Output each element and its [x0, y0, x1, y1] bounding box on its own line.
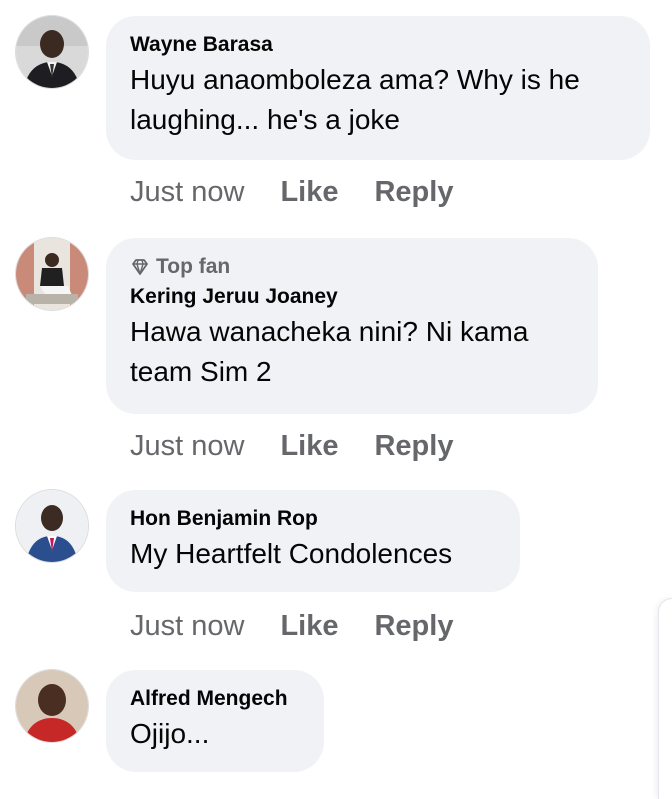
comment-text: My Heartfelt Condolences	[130, 534, 496, 574]
comment-text-line: Hawa wanacheka nini? Ni kama	[130, 316, 529, 347]
edge-panel	[658, 598, 672, 799]
comment-bubble: Top fan Kering Jeruu Joaney Hawa wanache…	[106, 238, 598, 414]
top-fan-badge: Top fan	[130, 254, 574, 280]
comment-text-line: laughing... he's a joke	[130, 104, 400, 135]
avatar[interactable]	[16, 490, 88, 562]
comment-actions: Just now Like Reply	[130, 172, 489, 212]
comment-author[interactable]: Hon Benjamin Rop	[130, 506, 496, 532]
reply-button[interactable]: Reply	[374, 610, 453, 643]
comment-text-line: My Heartfelt Condolences	[130, 538, 453, 569]
comment-actions: Just now Like Reply	[130, 606, 489, 646]
comment-bubble: Wayne Barasa Huyu anaomboleza ama? Why i…	[106, 16, 650, 160]
like-button[interactable]: Like	[280, 610, 338, 643]
avatar[interactable]	[16, 16, 88, 88]
avatar[interactable]	[16, 670, 88, 742]
comment-actions: Just now Like Reply	[130, 426, 489, 466]
avatar[interactable]	[16, 238, 88, 310]
badge-label: Top fan	[156, 255, 231, 278]
like-button[interactable]: Like	[280, 176, 338, 209]
comment-author[interactable]: Kering Jeruu Joaney	[130, 284, 574, 310]
comment-timestamp: Just now	[130, 609, 245, 642]
comment-text-line: team Sim 2	[130, 356, 272, 387]
comment-text: Ojijo...	[130, 714, 300, 754]
comment-text-line: Huyu anaomboleza ama? Why is he	[130, 64, 580, 95]
comment-text: Hawa wanacheka nini? Ni kama team Sim 2	[130, 312, 574, 392]
comment-author[interactable]: Wayne Barasa	[130, 32, 626, 58]
comment-text-line: Ojijo...	[130, 718, 210, 749]
like-button[interactable]: Like	[280, 430, 338, 463]
reply-button[interactable]: Reply	[374, 176, 453, 209]
diamond-icon	[132, 259, 148, 275]
reply-button[interactable]: Reply	[374, 430, 453, 463]
comment-timestamp: Just now	[130, 429, 245, 462]
comment-bubble: Alfred Mengech Ojijo...	[106, 670, 324, 772]
comment-text: Huyu anaomboleza ama? Why is he laughing…	[130, 60, 626, 140]
comment-bubble: Hon Benjamin Rop My Heartfelt Condolence…	[106, 490, 520, 592]
comment-timestamp: Just now	[130, 175, 245, 208]
comment-author[interactable]: Alfred Mengech	[130, 686, 300, 712]
